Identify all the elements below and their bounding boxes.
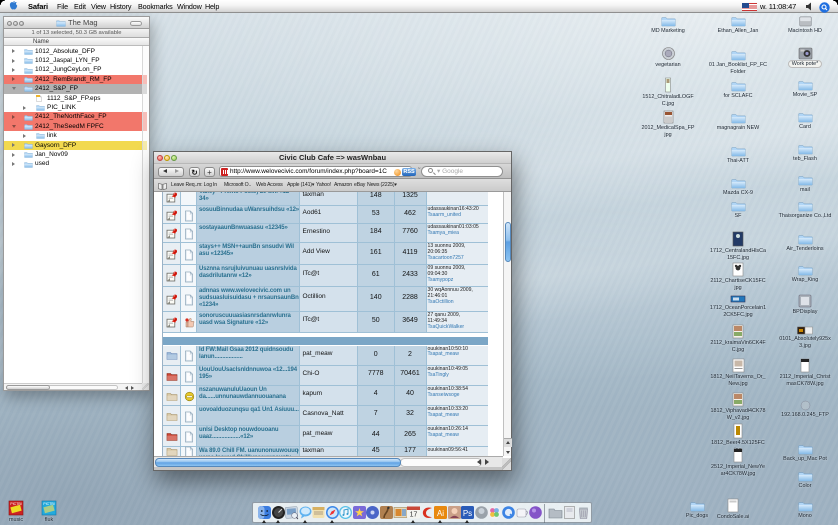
svg-text:Ai: Ai (437, 509, 444, 518)
svg-text:17: 17 (410, 512, 418, 519)
svg-text:Ps: Ps (463, 509, 472, 518)
